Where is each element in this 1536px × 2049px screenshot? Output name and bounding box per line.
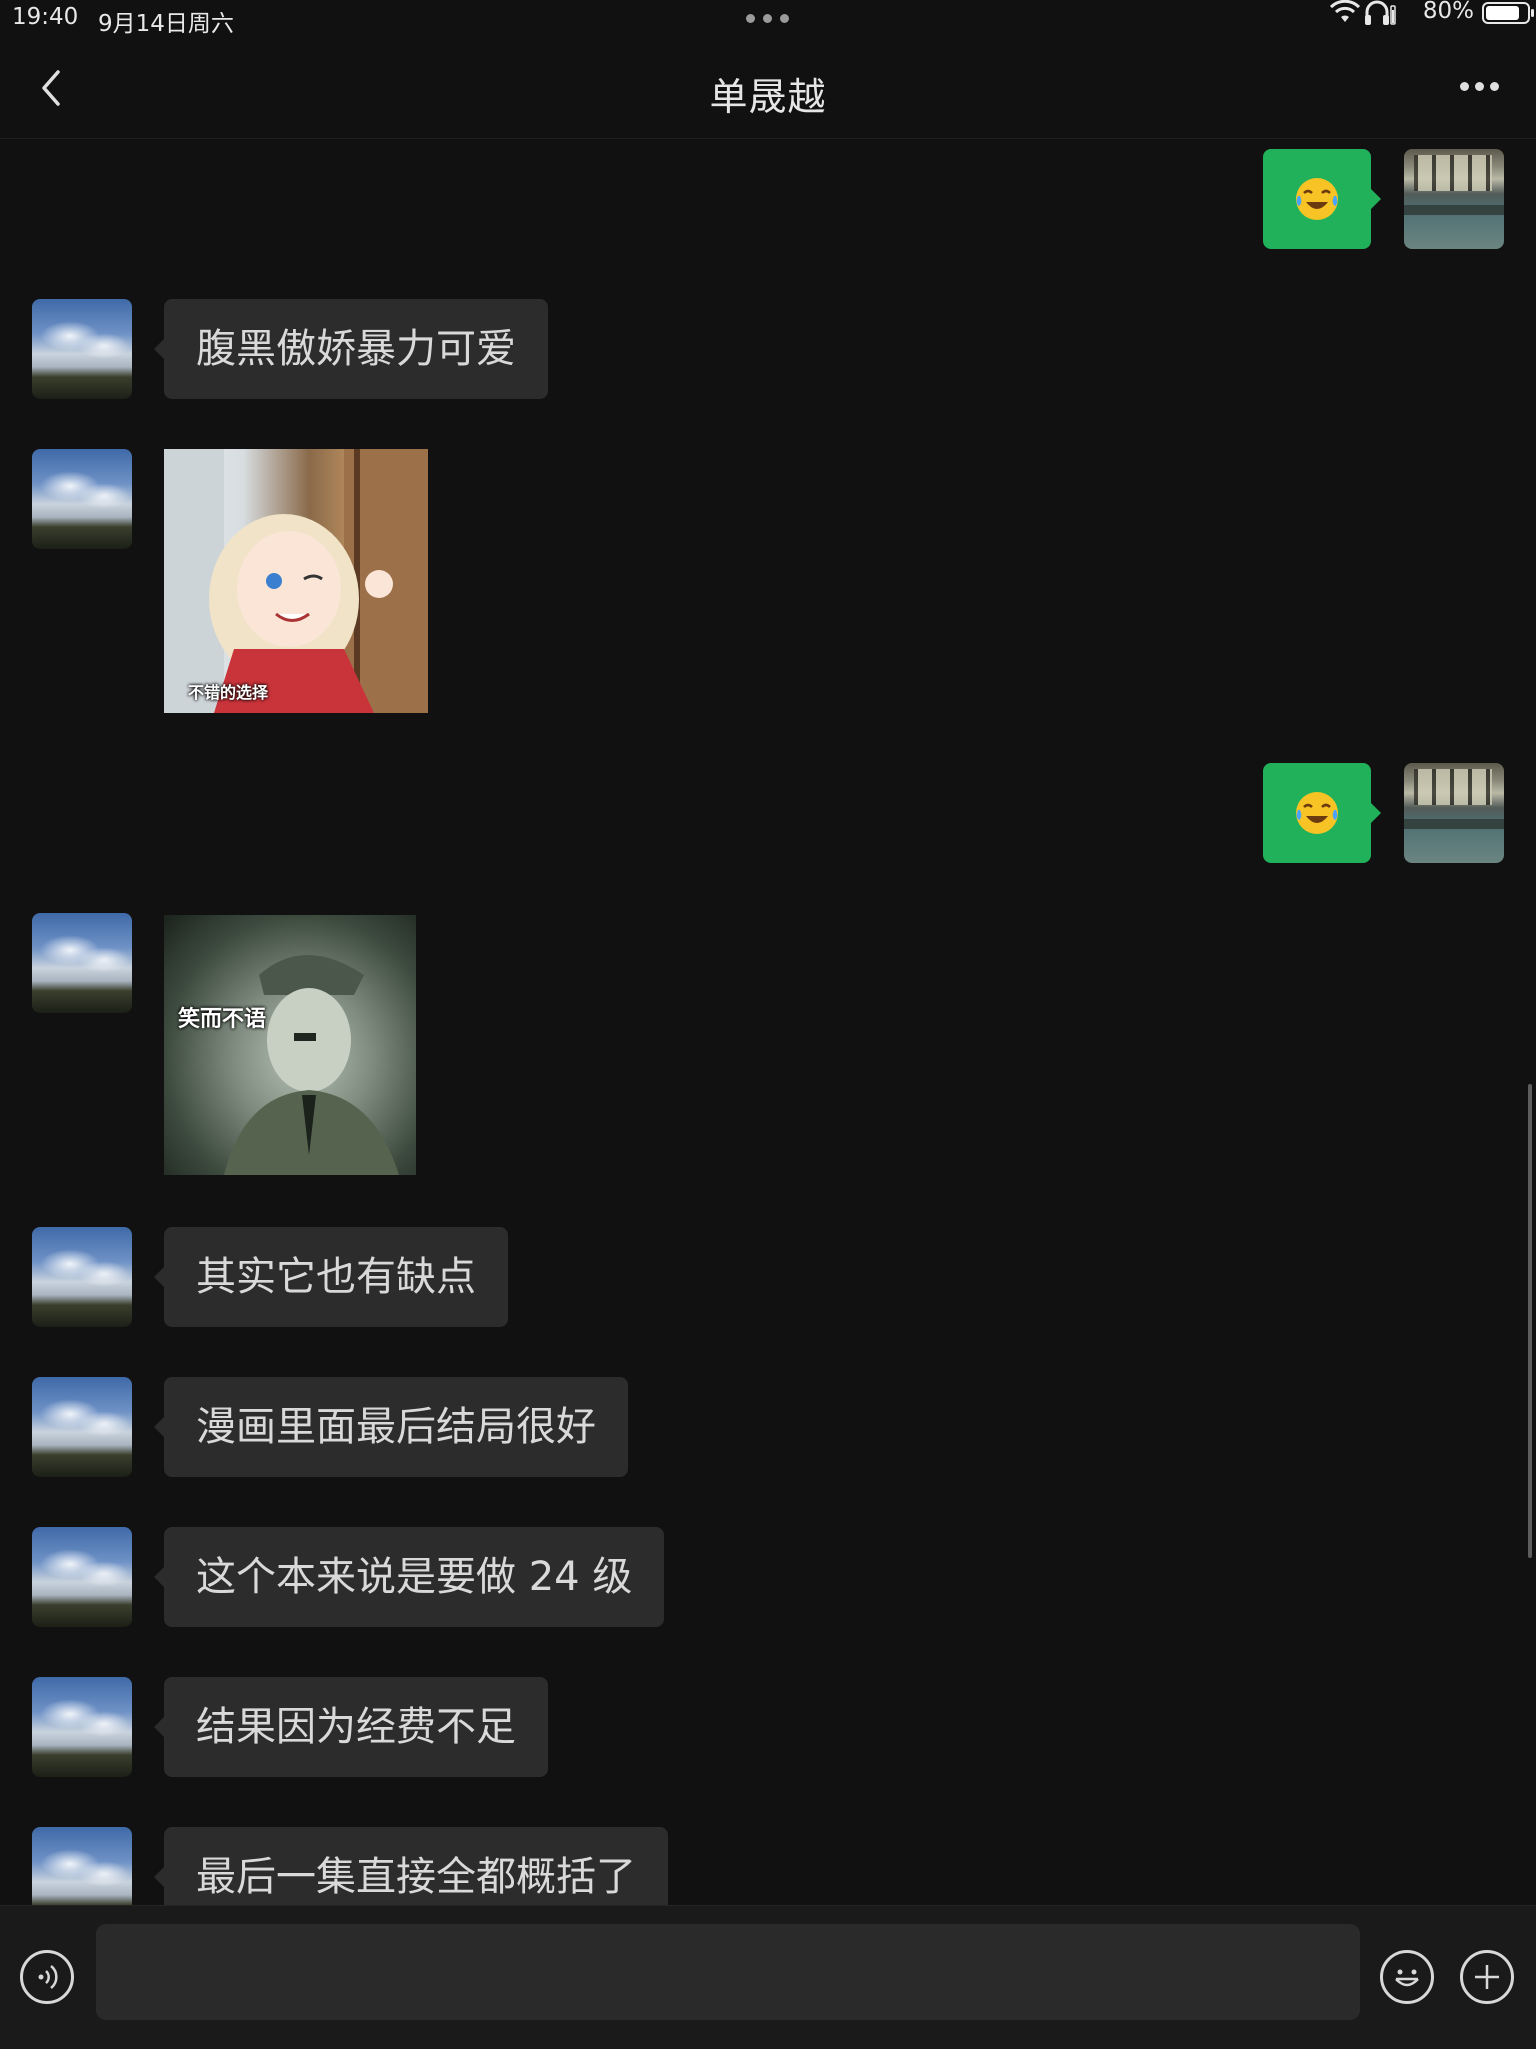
portrait-photo-illustration [224,955,399,1175]
message-bubble-contact[interactable]: 最后一集直接全都概括了 [154,1827,668,1905]
contact-avatar[interactable] [32,913,132,1013]
wifi-icon [1330,0,1360,22]
sticker-caption: 不错的选择 [188,683,269,702]
message-bubble-self[interactable] [1263,149,1381,249]
status-time: 19:40 [12,4,79,30]
sticker-photo[interactable]: 笑而不语 [164,915,416,1175]
chat-message-list[interactable]: 腹黑傲娇暴力可爱 不错的选择 笑而不语 其实它也有缺点 漫画里面最后结局很好 这… [0,139,1536,1905]
battery-icon [1482,2,1534,24]
input-bar [0,1905,1536,2049]
message-bubble-contact[interactable]: 腹黑傲娇暴力可爱 [154,299,548,399]
emoji-button[interactable] [1380,1950,1434,2004]
multitasking-dots-icon[interactable] [746,14,790,24]
message-bubble-contact[interactable]: 漫画里面最后结局很好 [154,1377,628,1477]
crying-laughing-emoji-icon [1294,790,1340,836]
contact-avatar[interactable] [32,1377,132,1477]
message-bubble-contact[interactable]: 结果因为经费不足 [154,1677,548,1777]
anime-girl-illustration [164,449,428,713]
message-input[interactable] [96,1924,1360,2020]
contact-avatar[interactable] [32,449,132,549]
more-dots-icon[interactable] [1460,82,1500,94]
contact-avatar[interactable] [32,1527,132,1627]
status-date: 9月14日周六 [98,11,234,37]
self-avatar[interactable] [1404,149,1504,249]
plus-icon [1475,1965,1499,1989]
self-avatar[interactable] [1404,763,1504,863]
contact-avatar[interactable] [32,1227,132,1327]
contact-avatar[interactable] [32,1677,132,1777]
contact-avatar[interactable] [32,1827,132,1905]
message-bubble-contact[interactable]: 这个本来说是要做 24 级 [153,1527,665,1627]
status-bar: 19:40 9月14日周六 80% [0,0,1536,38]
crying-laughing-emoji-icon [1294,176,1340,222]
contact-avatar[interactable] [32,299,132,399]
headphone-battery-icon [1365,0,1396,25]
message-bubble-contact[interactable]: 其实它也有缺点 [154,1227,508,1327]
voice-icon [38,1965,58,1989]
plus-button[interactable] [1460,1950,1514,2004]
battery-percent: 80% [1422,0,1474,24]
sticker-anime-girl[interactable]: 不错的选择 [164,449,428,713]
smiley-icon [1395,1969,1419,1987]
message-bubble-self[interactable] [1263,763,1381,863]
nav-bar: 单晟越 [0,38,1536,139]
chat-title: 单晟越 [709,75,827,119]
sticker-caption: 笑而不语 [178,1007,267,1032]
scrollbar[interactable] [1528,1084,1532,1558]
voice-button[interactable] [20,1950,74,2004]
